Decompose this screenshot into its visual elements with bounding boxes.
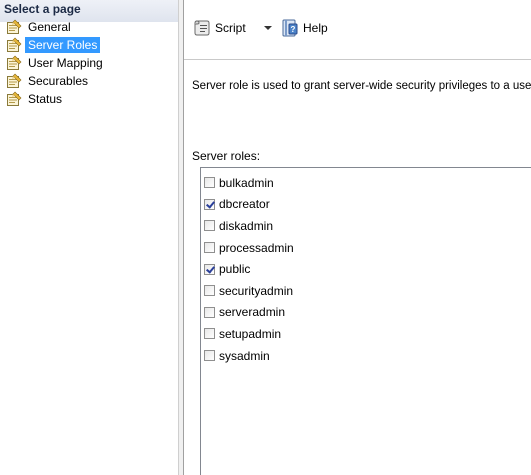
role-name: bulkadmin <box>219 175 274 190</box>
nav-item-status[interactable]: Status <box>6 90 106 108</box>
role-name: setupadmin <box>219 326 282 341</box>
role-item-sysadmin[interactable]: sysadmin <box>204 345 531 367</box>
role-name: processadmin <box>219 240 294 255</box>
role-checkbox[interactable] <box>204 306 215 318</box>
nav-item-user-mapping[interactable]: User Mapping <box>6 54 106 72</box>
role-name: dbcreator <box>219 197 270 212</box>
nav-item-label: General <box>28 20 71 34</box>
script-button[interactable]: Script <box>192 18 246 38</box>
page-icon <box>7 19 22 34</box>
page-icon <box>7 73 22 88</box>
help-icon: ? <box>282 19 298 37</box>
role-name: sysadmin <box>219 348 270 363</box>
svg-text:?: ? <box>291 25 296 34</box>
help-button[interactable]: ? Help <box>280 18 328 38</box>
nav-item-server-roles[interactable]: Server Roles <box>6 36 106 54</box>
role-checkbox[interactable] <box>204 177 215 189</box>
script-dropdown-arrow-icon[interactable] <box>264 26 272 30</box>
role-item-processadmin[interactable]: processadmin <box>204 237 531 259</box>
server-roles-label: Server roles: <box>192 149 261 163</box>
role-item-diskadmin[interactable]: diskadmin <box>204 215 531 237</box>
role-checkbox[interactable] <box>204 328 215 340</box>
role-item-setupadmin[interactable]: setupadmin <box>204 323 531 345</box>
nav-item-label: Status <box>28 92 63 106</box>
nav-item-label: Server Roles <box>25 37 101 53</box>
help-label: Help <box>303 21 328 35</box>
page-selector-pane: Select a page General Server Roles User … <box>0 0 178 475</box>
login-properties-dialog: Select a page General Server Roles User … <box>0 0 531 475</box>
server-roles-page: Script ? Help Server role is used to gra… <box>184 0 531 475</box>
page-icon <box>7 55 22 70</box>
role-item-serveradmin[interactable]: serveradmin <box>204 302 531 324</box>
script-label: Script <box>215 21 246 35</box>
role-name: serveradmin <box>219 305 286 320</box>
page-icon <box>7 91 22 106</box>
nav-item-label: Securables <box>28 74 89 88</box>
role-name: public <box>219 262 251 277</box>
role-checkbox[interactable] <box>204 220 215 232</box>
role-item-bulkadmin[interactable]: bulkadmin <box>204 172 531 194</box>
role-name: securityadmin <box>219 283 294 298</box>
nav-item-general[interactable]: General <box>6 18 106 36</box>
role-checkbox[interactable] <box>204 198 215 210</box>
role-checkbox[interactable] <box>204 263 215 275</box>
role-item-dbcreator[interactable]: dbcreator <box>204 194 531 216</box>
toolbar: Script ? Help <box>184 0 531 60</box>
page-icon <box>7 37 22 52</box>
page-description: Server role is used to grant server-wide… <box>192 80 531 92</box>
role-checklist: bulkadmin dbcreator diskadmin processadm… <box>201 168 531 366</box>
page-list: General Server Roles User Mapping Secura… <box>6 18 106 108</box>
role-name: diskadmin <box>219 218 274 233</box>
role-item-securityadmin[interactable]: securityadmin <box>204 280 531 302</box>
role-item-public[interactable]: public <box>204 258 531 280</box>
role-checkbox[interactable] <box>204 242 215 254</box>
server-roles-list[interactable]: bulkadmin dbcreator diskadmin processadm… <box>200 167 531 475</box>
nav-item-securables[interactable]: Securables <box>6 72 106 90</box>
script-icon <box>194 20 210 36</box>
role-checkbox[interactable] <box>204 350 215 362</box>
nav-item-label: User Mapping <box>28 56 103 70</box>
role-checkbox[interactable] <box>204 285 215 297</box>
